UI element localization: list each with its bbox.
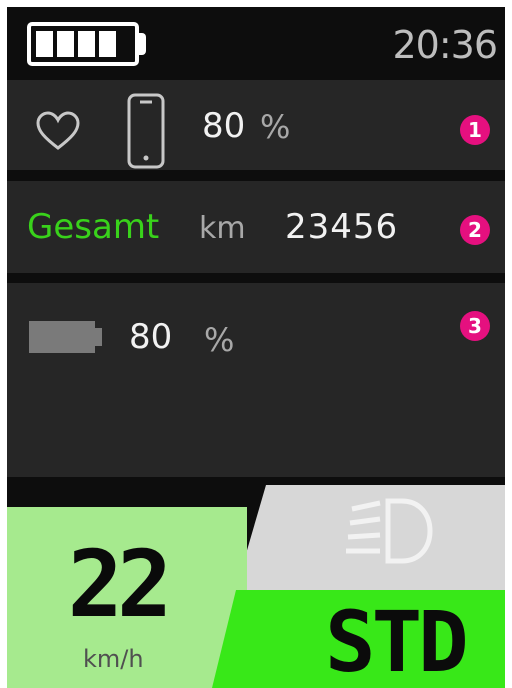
row-phone-battery[interactable]: 80 % 1: [7, 80, 505, 170]
total-label: Gesamt: [27, 207, 160, 247]
battery-segment: [99, 31, 116, 57]
heart-icon: [36, 111, 80, 150]
speed-value: 22: [67, 531, 173, 638]
odometer-value: 23456: [285, 207, 399, 247]
bike-battery-unit: %: [204, 321, 235, 359]
ebike-display: 20:36 80 % 1 Gesamt km 23456 2 80 % 3 22…: [7, 7, 505, 688]
row-total-distance[interactable]: Gesamt km 23456 2: [7, 181, 505, 273]
phone-battery-value: 80: [202, 106, 246, 146]
headlight-icon: [346, 498, 433, 564]
battery-segment: [78, 31, 95, 57]
assist-mode-label: STD: [325, 593, 469, 688]
row-badge: 1: [460, 115, 490, 145]
phone-icon: [127, 93, 165, 169]
battery-icon: [27, 22, 139, 66]
distance-unit: km: [199, 211, 246, 246]
light-toggle[interactable]: [234, 485, 505, 595]
speed-unit: km/h: [83, 645, 144, 673]
row-badge: 3: [460, 311, 490, 341]
battery-segment: [36, 31, 53, 57]
status-bar: 20:36: [7, 7, 505, 77]
row-bike-battery[interactable]: 80 % 3: [7, 283, 505, 477]
battery-segment: [57, 31, 74, 57]
battery-cap: [138, 33, 146, 55]
bike-battery-value: 80: [129, 317, 173, 357]
clock: 20:36: [392, 23, 498, 67]
phone-battery-unit: %: [260, 108, 291, 146]
row-badge: 2: [460, 215, 490, 245]
battery-bar-icon: [29, 321, 102, 353]
